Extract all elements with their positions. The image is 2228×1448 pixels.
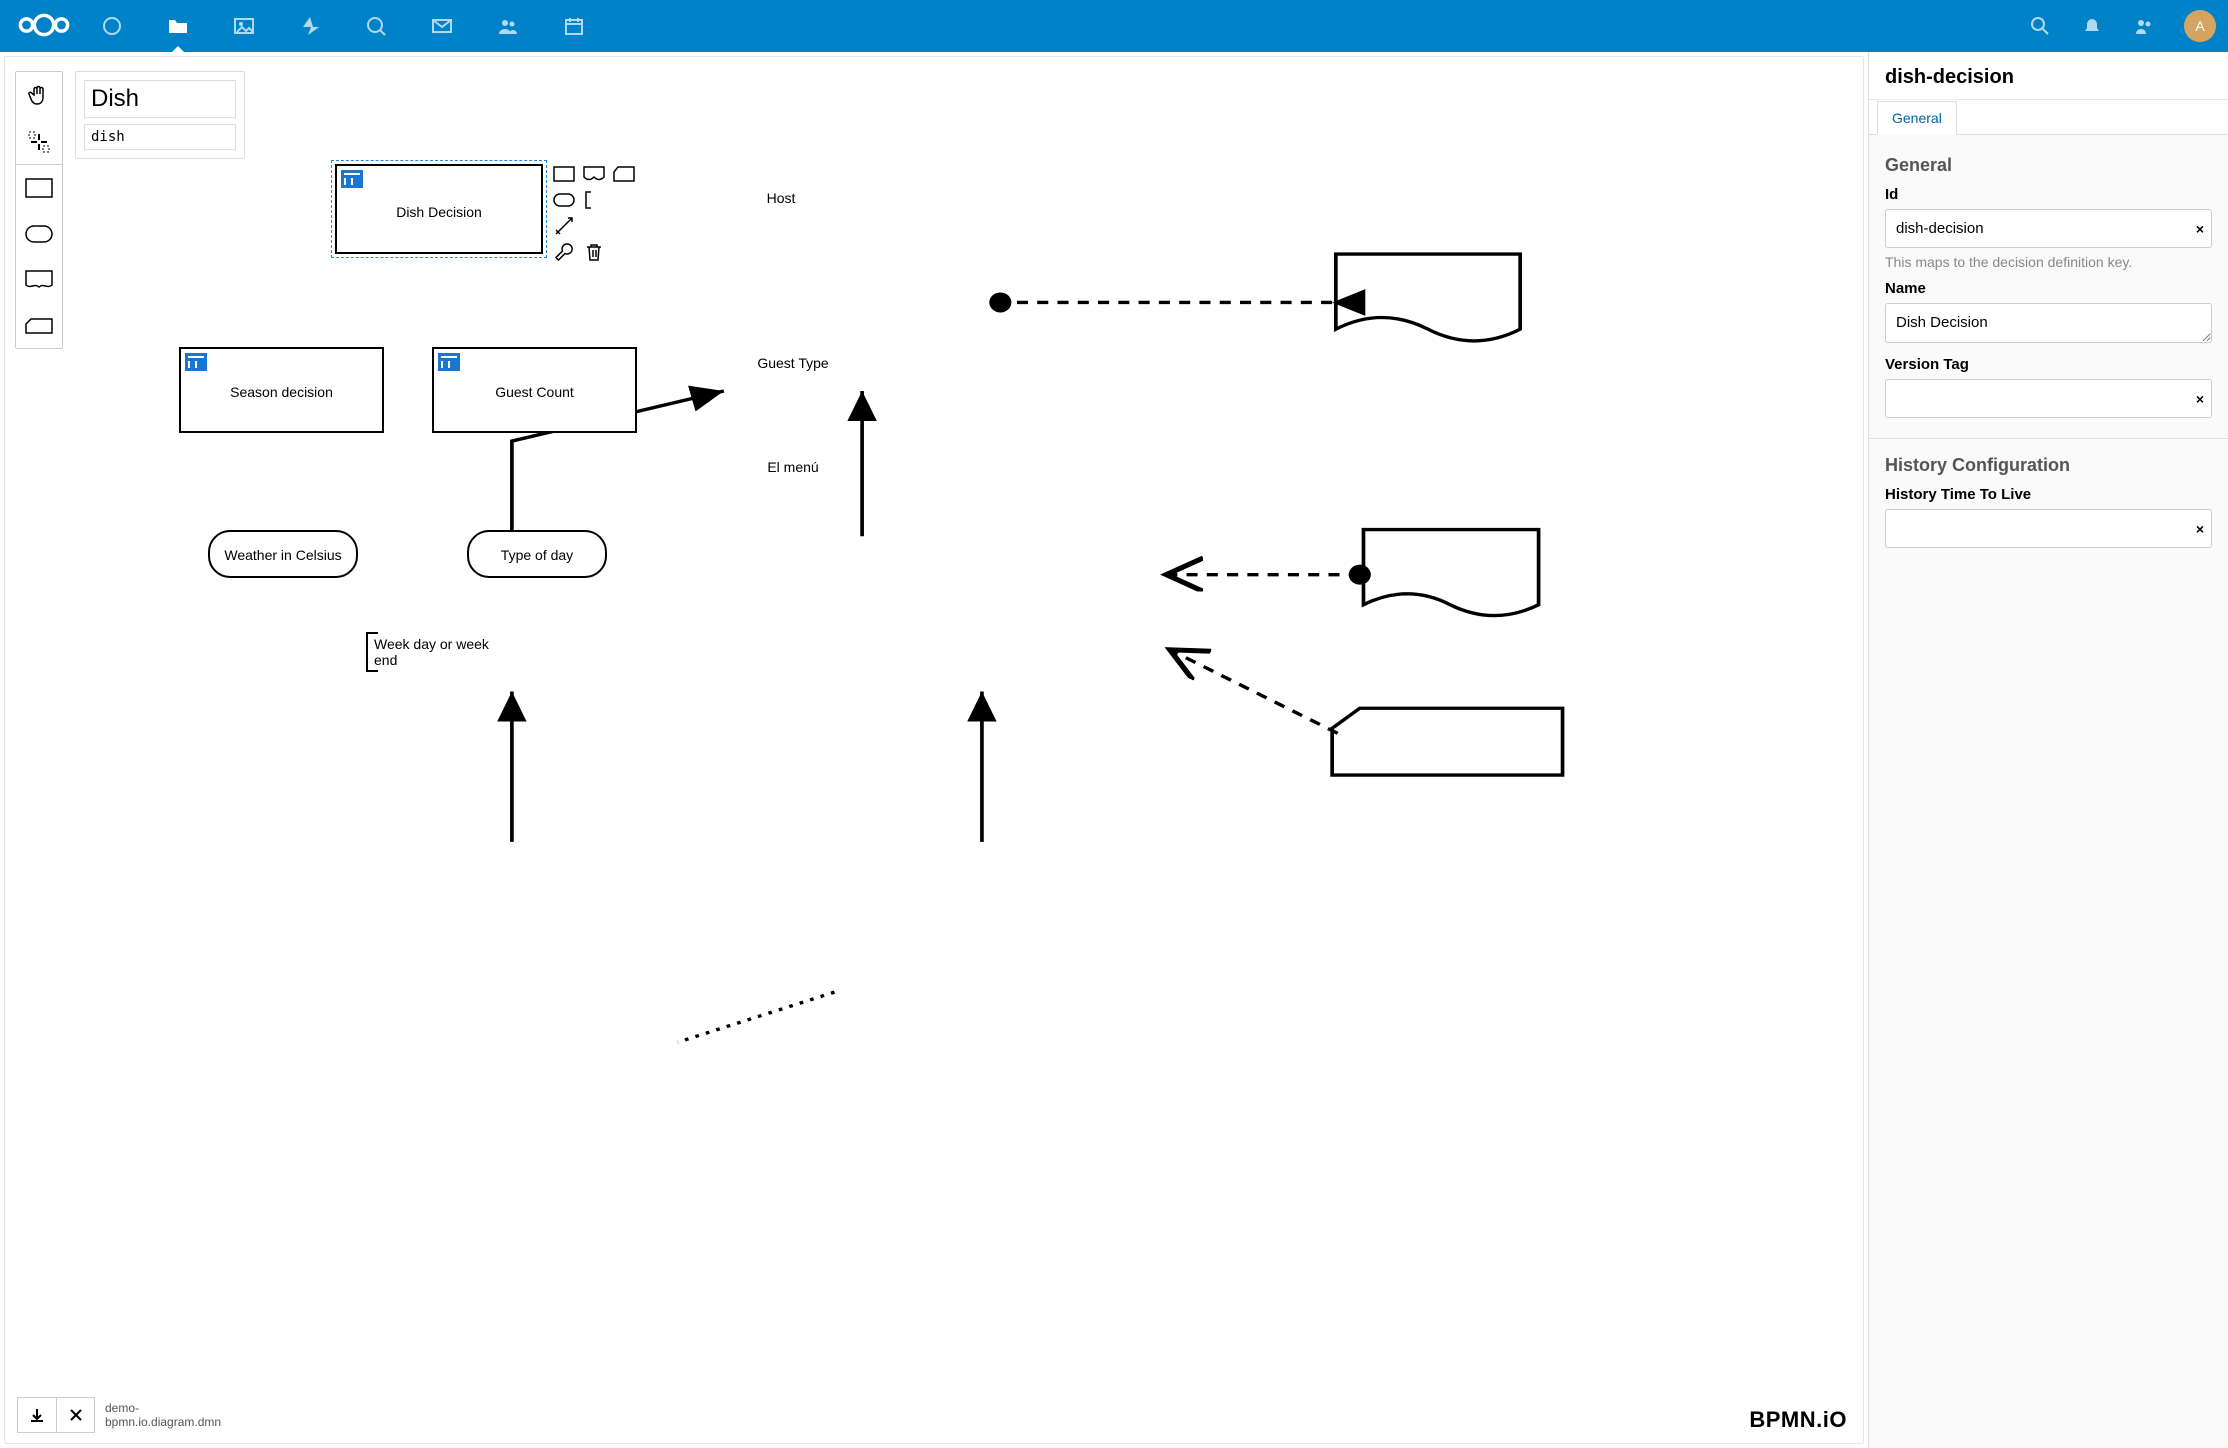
download-icon[interactable]	[18, 1398, 56, 1432]
node-guest-count[interactable]: Guest Count	[432, 347, 637, 433]
node-dish-decision[interactable]: Dish Decision	[335, 164, 543, 254]
node-type-of-day[interactable]: Type of day	[467, 530, 607, 578]
clear-id-icon[interactable]: ×	[2196, 221, 2204, 237]
node-label: Host	[767, 190, 796, 206]
name-field-label: Name	[1885, 280, 2212, 297]
id-helper-text: This maps to the decision definition key…	[1885, 254, 2212, 270]
hand-tool-icon[interactable]	[16, 72, 62, 118]
context-pad-row-2	[553, 191, 605, 209]
annotation-text: Week day or week end	[374, 636, 489, 668]
decision-table-icon	[341, 170, 363, 188]
clear-ttl-icon[interactable]: ×	[2196, 521, 2204, 537]
trash-icon[interactable]	[583, 243, 605, 261]
section-general-title: General	[1885, 155, 2212, 176]
workspace: Dish Decision Season decision Guest Coun…	[0, 52, 2228, 1448]
footer-left: demo- bpmn.io.diagram.dmn	[17, 1397, 221, 1433]
definition-id-input[interactable]	[84, 124, 236, 150]
contacts-icon[interactable]	[496, 14, 520, 38]
context-pad-row-3	[553, 217, 575, 235]
search-icon[interactable]	[2028, 14, 2052, 38]
canvas-area[interactable]: Dish Decision Season decision Guest Coun…	[4, 56, 1864, 1444]
node-guest-type-label: Guest Type	[753, 355, 833, 371]
properties-header: dish-decision	[1869, 52, 2228, 100]
photos-icon[interactable]	[232, 14, 256, 38]
append-bkm-icon[interactable]	[613, 165, 635, 183]
properties-panel: dish-decision General General Id × This …	[1868, 52, 2228, 1448]
version-tag-label: Version Tag	[1885, 356, 2212, 373]
properties-tabs: General	[1869, 100, 2228, 135]
notifications-icon[interactable]	[2080, 14, 2104, 38]
text-annotation[interactable]: Week day or week end	[366, 632, 506, 672]
calendar-icon[interactable]	[562, 14, 586, 38]
ttl-input[interactable]	[1885, 509, 2212, 548]
tool-palette	[15, 71, 63, 349]
contacts-menu-icon[interactable]	[2132, 14, 2156, 38]
definition-name-input[interactable]	[84, 80, 236, 118]
business-knowledge-tool-icon[interactable]	[16, 302, 62, 348]
node-label: Guest Type	[757, 355, 828, 371]
dashboard-icon[interactable]	[100, 14, 124, 38]
decision-table-icon	[438, 353, 460, 371]
node-el-menu-label: El menú	[753, 459, 833, 475]
section-history-title: History Configuration	[1885, 455, 2212, 476]
append-decision-icon[interactable]	[553, 165, 575, 183]
node-host-label: Host	[751, 190, 811, 206]
top-bar: A	[0, 0, 2228, 52]
bpmn-brand: BPMN.iO	[1749, 1407, 1847, 1433]
search-app-icon[interactable]	[364, 14, 388, 38]
lasso-tool-icon[interactable]	[16, 118, 62, 164]
node-label: Dish Decision	[337, 204, 541, 220]
ttl-label: History Time To Live	[1885, 486, 2212, 503]
decision-table-icon	[185, 353, 207, 371]
files-icon[interactable]	[166, 14, 190, 38]
context-pad-row-1	[553, 165, 635, 183]
append-annotation-icon[interactable]	[583, 191, 605, 209]
topbar-right: A	[2028, 10, 2216, 42]
tab-general[interactable]: General	[1877, 101, 1957, 135]
input-data-tool-icon[interactable]	[16, 210, 62, 256]
version-tag-input[interactable]	[1885, 379, 2212, 418]
append-input-data-icon[interactable]	[553, 191, 575, 209]
mail-icon[interactable]	[430, 14, 454, 38]
context-pad-row-4	[553, 243, 605, 261]
node-label: El menú	[767, 459, 818, 475]
node-weather[interactable]: Weather in Celsius	[208, 530, 358, 578]
filename-label: demo- bpmn.io.diagram.dmn	[105, 1401, 221, 1430]
node-label: Guest Count	[434, 384, 635, 400]
nextcloud-logo[interactable]	[12, 11, 76, 42]
definition-name-panel	[75, 71, 245, 159]
name-input[interactable]: Dish Decision	[1885, 303, 2212, 343]
clear-version-icon[interactable]: ×	[2196, 391, 2204, 407]
wrench-icon[interactable]	[553, 243, 575, 261]
knowledge-source-tool-icon[interactable]	[16, 256, 62, 302]
app-nav	[100, 14, 586, 38]
node-label: Weather in Celsius	[210, 547, 356, 563]
node-label: Season decision	[181, 384, 382, 400]
id-field-label: Id	[1885, 186, 2212, 203]
footer-buttons	[17, 1397, 95, 1433]
node-season-decision[interactable]: Season decision	[179, 347, 384, 433]
close-icon[interactable]	[56, 1398, 94, 1432]
append-knowledge-icon[interactable]	[583, 165, 605, 183]
decision-table-tool-icon[interactable]	[16, 164, 62, 210]
node-label: Type of day	[469, 547, 605, 563]
connect-icon[interactable]	[553, 217, 575, 235]
activity-icon[interactable]	[298, 14, 322, 38]
id-input[interactable]	[1885, 209, 2212, 248]
user-avatar[interactable]: A	[2184, 10, 2216, 42]
